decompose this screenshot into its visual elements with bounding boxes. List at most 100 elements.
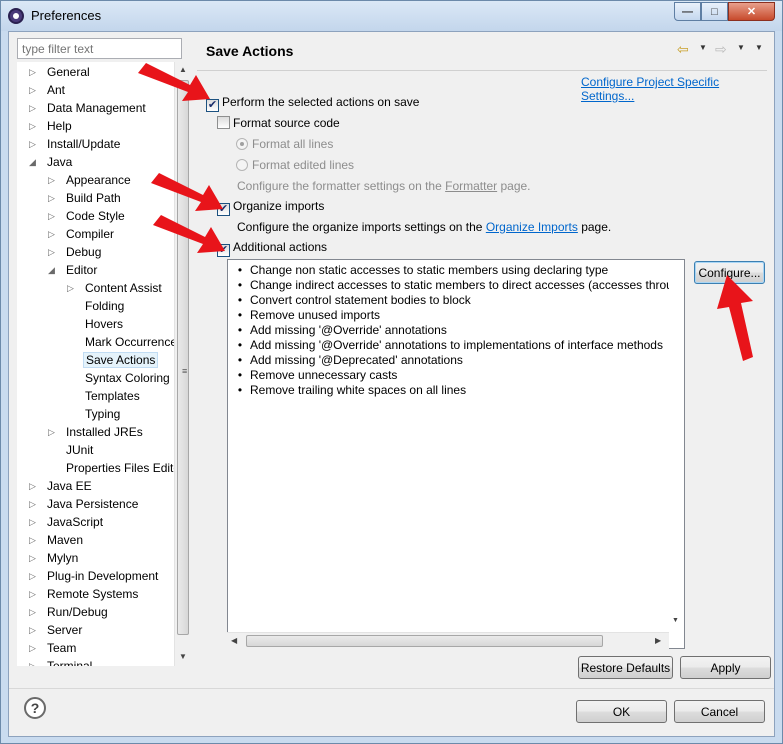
forward-dropdown-icon[interactable]: ▼ bbox=[737, 43, 745, 52]
ok-button[interactable]: OK bbox=[576, 700, 667, 723]
tree-item[interactable]: ▷ Team bbox=[29, 639, 78, 657]
perform-on-save-option[interactable]: ✔ Perform the selected actions on save bbox=[206, 94, 419, 112]
tree-item[interactable]: ▷ Java Persistence bbox=[29, 495, 140, 513]
organize-imports-option[interactable]: ✔ Organize imports bbox=[217, 198, 324, 216]
apply-button[interactable]: Apply bbox=[680, 656, 771, 679]
format-edited-option[interactable]: Format edited lines bbox=[236, 157, 354, 173]
tree-item[interactable]: ▷ Installed JREs bbox=[48, 423, 145, 441]
tree-item[interactable]: Typing bbox=[67, 405, 122, 423]
tree-scrollbar-thumb[interactable]: ≡ bbox=[177, 80, 189, 635]
collapsed-twistie-icon[interactable]: ▷ bbox=[29, 63, 39, 81]
configure-project-link[interactable]: Configure Project Specific Settings... bbox=[581, 75, 774, 103]
tree-item[interactable]: ▷ General bbox=[29, 63, 92, 81]
collapsed-twistie-icon[interactable]: ▷ bbox=[29, 477, 39, 495]
tree-item[interactable]: ◢ Java bbox=[29, 153, 74, 171]
collapsed-twistie-icon[interactable]: ▷ bbox=[29, 531, 39, 549]
forward-arrow-icon[interactable]: ⇨ bbox=[715, 41, 727, 58]
collapsed-twistie-icon[interactable]: ▷ bbox=[29, 99, 39, 117]
maximize-button[interactable]: □ bbox=[701, 2, 728, 21]
scroll-left-icon[interactable]: ◀ bbox=[231, 636, 237, 645]
tree-item[interactable]: Properties Files Editor bbox=[48, 459, 183, 477]
actions-scrollbar-thumb[interactable] bbox=[246, 635, 603, 647]
collapsed-twistie-icon[interactable]: ▷ bbox=[48, 189, 58, 207]
preference-tree[interactable]: ▷ General ▷ Ant ▷ Data Management ▷ Help ▷ Instal… bbox=[17, 62, 183, 666]
tree-item[interactable]: ▷ Server bbox=[29, 621, 84, 639]
close-button[interactable]: ✕ bbox=[728, 2, 775, 21]
collapsed-twistie-icon[interactable]: ▷ bbox=[29, 585, 39, 603]
collapsed-twistie-icon[interactable]: ▷ bbox=[29, 135, 39, 153]
tree-item[interactable]: ▷ Remote Systems bbox=[29, 585, 140, 603]
tree-item[interactable]: ▷ Plug-in Development bbox=[29, 567, 160, 585]
tree-item[interactable]: Hovers bbox=[67, 315, 125, 333]
format-all-radio[interactable] bbox=[236, 138, 248, 150]
help-icon[interactable]: ? bbox=[24, 697, 46, 719]
collapsed-twistie-icon[interactable]: ▷ bbox=[48, 225, 58, 243]
tree-item[interactable]: ▷ Install/Update bbox=[29, 135, 122, 153]
title-bar[interactable]: Preferences — □ ✕ bbox=[1, 1, 782, 31]
format-source-checkbox[interactable] bbox=[217, 116, 230, 129]
collapsed-twistie-icon[interactable]: ▷ bbox=[67, 279, 77, 297]
tree-item[interactable]: ◢ Editor bbox=[48, 261, 99, 279]
collapsed-twistie-icon[interactable]: ▷ bbox=[29, 495, 39, 513]
tree-item-label: Debug bbox=[66, 245, 102, 259]
tree-item[interactable]: ▷ Build Path bbox=[48, 189, 123, 207]
scroll-down-icon[interactable]: ▼ bbox=[179, 652, 187, 661]
formatter-link[interactable]: Formatter bbox=[445, 179, 497, 193]
collapsed-twistie-icon[interactable]: ▷ bbox=[29, 657, 39, 666]
tree-item[interactable]: Templates bbox=[67, 387, 142, 405]
format-source-option[interactable]: Format source code bbox=[217, 115, 340, 131]
tree-item[interactable]: ▷ Run/Debug bbox=[29, 603, 110, 621]
tree-item[interactable]: ▷ Ant bbox=[29, 81, 67, 99]
scroll-right-icon[interactable]: ▶ bbox=[655, 636, 661, 645]
actions-vertical-scrollbar[interactable]: ▼ bbox=[669, 260, 684, 632]
tree-item[interactable]: ▷ Content Assist bbox=[67, 279, 164, 297]
tree-item[interactable]: JUnit bbox=[48, 441, 95, 459]
scroll-down-icon[interactable]: ▼ bbox=[672, 617, 679, 624]
format-edited-radio[interactable] bbox=[236, 159, 248, 171]
tree-item[interactable]: ▷ Help bbox=[29, 117, 74, 135]
tree-item[interactable]: ▷ Code Style bbox=[48, 207, 127, 225]
tree-item[interactable]: Mark Occurrences bbox=[67, 333, 183, 351]
collapsed-twistie-icon[interactable]: ▷ bbox=[29, 639, 39, 657]
tree-item[interactable]: ▷ Java EE bbox=[29, 477, 94, 495]
collapsed-twistie-icon[interactable]: ▷ bbox=[29, 513, 39, 531]
tree-item[interactable]: ▷ Maven bbox=[29, 531, 85, 549]
organize-imports-link[interactable]: Organize Imports bbox=[486, 220, 578, 234]
tree-item-label: Help bbox=[47, 119, 72, 133]
view-menu-icon[interactable]: ▼ bbox=[755, 43, 763, 52]
tree-item[interactable]: Folding bbox=[67, 297, 126, 315]
additional-actions-option[interactable]: ✔Additional actions bbox=[217, 239, 327, 257]
tree-item[interactable]: Syntax Coloring bbox=[67, 369, 172, 387]
format-all-option[interactable]: Format all lines bbox=[236, 136, 333, 152]
collapsed-twistie-icon[interactable]: ▷ bbox=[29, 549, 39, 567]
tree-item[interactable]: ▷ Data Management bbox=[29, 99, 148, 117]
collapsed-twistie-icon[interactable]: ▷ bbox=[48, 207, 58, 225]
restore-defaults-button[interactable]: Restore Defaults bbox=[578, 656, 673, 679]
collapsed-twistie-icon[interactable]: ▷ bbox=[29, 81, 39, 99]
collapsed-twistie-icon[interactable]: ▷ bbox=[29, 621, 39, 639]
collapsed-twistie-icon[interactable]: ▷ bbox=[48, 423, 58, 441]
expanded-twistie-icon[interactable]: ◢ bbox=[48, 261, 58, 279]
annotation-arrow-configure bbox=[717, 275, 753, 361]
minimize-button[interactable]: — bbox=[674, 2, 701, 21]
cancel-button[interactable]: Cancel bbox=[674, 700, 765, 723]
collapsed-twistie-icon[interactable]: ▷ bbox=[29, 117, 39, 135]
actions-horizontal-scrollbar[interactable]: ◀ ▶ bbox=[227, 632, 669, 649]
tree-item[interactable]: ▷ Terminal bbox=[29, 657, 94, 666]
back-arrow-icon[interactable]: ⇦ bbox=[677, 41, 689, 58]
tree-item[interactable]: ▷ Appearance bbox=[48, 171, 133, 189]
tree-item[interactable]: Save Actions bbox=[67, 351, 159, 369]
collapsed-twistie-icon[interactable]: ▷ bbox=[29, 603, 39, 621]
tree-item[interactable]: ▷ Debug bbox=[48, 243, 103, 261]
tree-item[interactable]: ▷ JavaScript bbox=[29, 513, 105, 531]
additional-actions-list[interactable]: • Change non static accesses to static me… bbox=[227, 259, 685, 649]
tree-scrollbar[interactable]: ▲ ≡ ▼ bbox=[174, 62, 190, 666]
collapsed-twistie-icon[interactable]: ▷ bbox=[29, 567, 39, 585]
tree-item[interactable]: ▷ Mylyn bbox=[29, 549, 80, 567]
tree-item[interactable]: ▷ Compiler bbox=[48, 225, 116, 243]
back-dropdown-icon[interactable]: ▼ bbox=[699, 43, 707, 52]
filter-input[interactable] bbox=[17, 38, 182, 59]
collapsed-twistie-icon[interactable]: ▷ bbox=[48, 243, 58, 261]
collapsed-twistie-icon[interactable]: ▷ bbox=[48, 171, 58, 189]
expanded-twistie-icon[interactable]: ◢ bbox=[29, 153, 39, 171]
